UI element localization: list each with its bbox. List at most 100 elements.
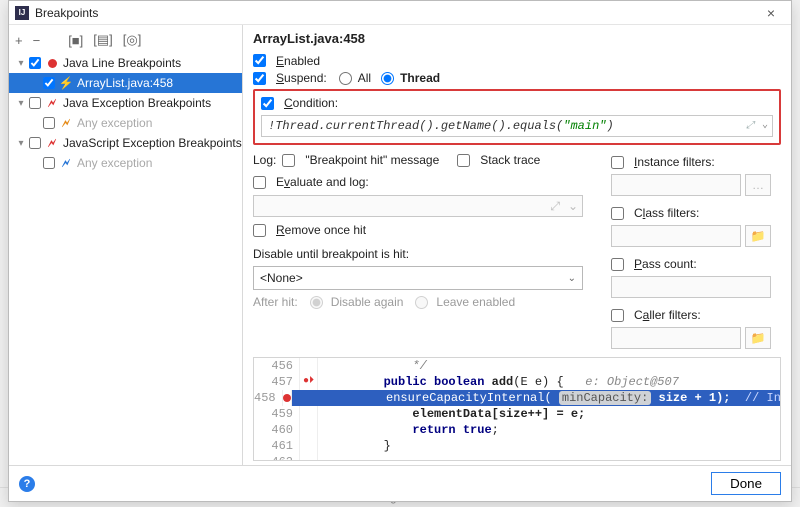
- expand-icon[interactable]: ⤢: [746, 120, 754, 132]
- class-filters-label[interactable]: Class filters:: [634, 206, 699, 220]
- condition-checkbox[interactable]: [261, 97, 274, 110]
- disable-again-label: Disable again: [331, 295, 404, 309]
- expand-icon[interactable]: ⤢: [550, 199, 560, 214]
- close-button[interactable]: ×: [755, 3, 787, 23]
- toolbar-btn-4[interactable]: [▤]: [93, 32, 113, 48]
- caller-filters-checkbox[interactable]: [611, 309, 624, 322]
- suspend-thread-label[interactable]: Thread: [400, 71, 440, 85]
- app-icon: IJ: [15, 6, 29, 20]
- eval-field-row: ⤢ ⌄: [253, 193, 597, 219]
- combo-value: <None>: [260, 271, 303, 285]
- item-checkbox[interactable]: [43, 117, 55, 129]
- twisty-icon[interactable]: ▾: [15, 98, 27, 109]
- code-line-457: 457●⏵ public boolean add(E e) { e: Objec…: [254, 374, 780, 390]
- caller-filters-browse-button[interactable]: 📁: [745, 327, 771, 349]
- evaluate-and-log-label[interactable]: Evaluate and log:: [276, 175, 369, 189]
- evaluate-and-log-checkbox[interactable]: [253, 176, 266, 189]
- disable-until-label-row: Disable until breakpoint is hit:: [253, 243, 597, 265]
- category-label: Java Line Breakpoints: [63, 56, 181, 70]
- twisty-icon[interactable]: ▾: [15, 138, 27, 149]
- chevron-down-icon[interactable]: ⌄: [568, 199, 578, 213]
- code-preview: 456 */ 457●⏵ public boolean add(E e) { e…: [253, 357, 781, 461]
- category-checkbox[interactable]: [29, 57, 41, 69]
- item-label: Any exception: [77, 156, 152, 170]
- tree-item-java-any-exception[interactable]: 🗲 Any exception: [9, 113, 242, 133]
- dialog-footer: ? Done: [9, 465, 791, 501]
- options-grid: Log: "Breakpoint hit" message Stack trac…: [253, 149, 781, 349]
- instance-filters-label[interactable]: Instance filters:: [634, 155, 715, 169]
- pass-count-label[interactable]: Pass count:: [634, 257, 697, 271]
- suspend-all-label[interactable]: All: [358, 71, 371, 85]
- breakpoint-dot-icon: [45, 59, 59, 68]
- suspend-thread-radio[interactable]: [381, 72, 394, 85]
- tree-item-js-any-exception[interactable]: 🗲 Any exception: [9, 153, 242, 173]
- stack-trace-checkbox[interactable]: [457, 154, 470, 167]
- twisty-icon[interactable]: ▾: [15, 58, 27, 69]
- remove-once-hit-label[interactable]: Remove once hit: [276, 223, 366, 237]
- right-options-column: Instance filters: … Class filters: 📁: [611, 149, 781, 349]
- done-button[interactable]: Done: [711, 472, 781, 495]
- add-breakpoint-button[interactable]: +: [15, 33, 23, 48]
- condition-section-highlight: Condition: !Thread.currentThread().getNa…: [253, 89, 781, 145]
- window-title: Breakpoints: [35, 6, 755, 20]
- instance-filters-checkbox[interactable]: [611, 156, 624, 169]
- tree-category-java-exception[interactable]: ▾ 🗲 Java Exception Breakpoints: [9, 93, 242, 113]
- class-filters-input[interactable]: [611, 225, 741, 247]
- code-line-459: 459 elementData[size++] = e;: [254, 406, 780, 422]
- left-options-column: Log: "Breakpoint hit" message Stack trac…: [253, 149, 597, 349]
- bp-hit-message-label[interactable]: "Breakpoint hit" message: [305, 153, 439, 167]
- item-checkbox[interactable]: [43, 157, 55, 169]
- category-checkbox[interactable]: [29, 137, 41, 149]
- tree-item-arraylist-458[interactable]: ⚡ ArrayList.java:458: [9, 73, 242, 93]
- enabled-label[interactable]: Enabled: [276, 54, 320, 68]
- after-hit-label: After hit:: [253, 295, 298, 309]
- chevron-down-icon[interactable]: ⌄: [568, 273, 576, 284]
- caller-filters-input[interactable]: [611, 327, 741, 349]
- breakpoint-tree[interactable]: ▾ Java Line Breakpoints ⚡ ArrayList.java…: [9, 51, 242, 465]
- instance-filters-browse-button[interactable]: …: [745, 174, 771, 196]
- item-label: Any exception: [77, 116, 152, 130]
- disable-again-radio: [310, 296, 323, 309]
- category-checkbox[interactable]: [29, 97, 41, 109]
- disable-until-combo-row: <None> ⌄: [253, 265, 597, 291]
- left-pane: + − [■] [▤] [◎] ▾ Java Line Breakpoints …: [9, 25, 243, 465]
- toolbar-btn-3[interactable]: [■]: [68, 33, 83, 48]
- breakpoints-dialog: IJ Breakpoints × + − [■] [▤] [◎] ▾ Java …: [8, 0, 792, 502]
- help-button[interactable]: ?: [19, 476, 35, 492]
- instance-filters-input[interactable]: [611, 174, 741, 196]
- exception-bolt-icon: 🗲: [45, 96, 59, 111]
- class-filters-checkbox[interactable]: [611, 207, 624, 220]
- suspend-label[interactable]: Suspend:: [276, 71, 327, 85]
- caller-filters-label[interactable]: Caller filters:: [634, 308, 701, 322]
- pass-count-checkbox[interactable]: [611, 258, 624, 271]
- disable-until-combo[interactable]: <None> ⌄: [253, 266, 583, 290]
- condition-label[interactable]: Condition:: [284, 96, 338, 110]
- remove-breakpoint-button[interactable]: −: [33, 33, 41, 48]
- tree-category-java-line[interactable]: ▾ Java Line Breakpoints: [9, 53, 242, 73]
- leave-enabled-label: Leave enabled: [436, 295, 515, 309]
- log-label: Log:: [253, 153, 276, 167]
- folder-icon: 📁: [751, 331, 766, 345]
- evaluate-and-log-input[interactable]: ⤢ ⌄: [253, 195, 583, 217]
- code-line-456: 456 */: [254, 358, 780, 374]
- breakpoint-gutter-icon[interactable]: [283, 394, 291, 402]
- tree-category-js-exception[interactable]: ▾ 🗲 JavaScript Exception Breakpoints: [9, 133, 242, 153]
- suspend-checkbox[interactable]: [253, 72, 266, 85]
- condition-input[interactable]: !Thread.currentThread().getName().equals…: [261, 115, 773, 137]
- class-filters-browse-button[interactable]: 📁: [745, 225, 771, 247]
- enabled-row: Enabled: [253, 52, 781, 70]
- toolbar-btn-5[interactable]: [◎]: [123, 32, 142, 48]
- remove-once-hit-checkbox[interactable]: [253, 224, 266, 237]
- titlebar: IJ Breakpoints ×: [9, 1, 791, 25]
- stack-trace-label[interactable]: Stack trace: [480, 153, 540, 167]
- enabled-checkbox[interactable]: [253, 54, 266, 67]
- code-line-462: 462: [254, 454, 780, 461]
- detail-title: ArrayList.java:458: [253, 31, 781, 46]
- pass-count-input[interactable]: [611, 276, 771, 298]
- bp-hit-message-checkbox[interactable]: [282, 154, 295, 167]
- exception-bolt-icon: 🗲: [59, 116, 73, 131]
- leave-enabled-radio: [415, 296, 428, 309]
- item-checkbox[interactable]: [43, 77, 55, 89]
- chevron-down-icon[interactable]: ⌄: [762, 119, 768, 131]
- suspend-all-radio[interactable]: [339, 72, 352, 85]
